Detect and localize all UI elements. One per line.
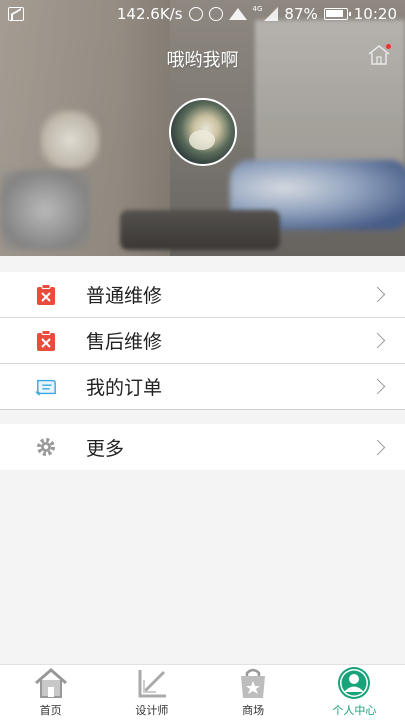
alarm-icon [208,7,223,21]
menu-item-label: 售后维修 [86,331,163,353]
tab-mall[interactable]: 商场 [203,665,304,720]
signal-icon [264,7,279,21]
notification-dot [386,44,391,49]
menu-item-after-sales-repair[interactable]: 售后维修 [0,318,405,364]
wifi-icon [228,8,247,20]
repair-clipboard-icon [35,329,57,352]
tab-label: 个人中心 [332,704,377,717]
tab-designer[interactable]: 设计师 [101,665,202,720]
tab-label: 商场 [242,704,265,717]
chevron-right-icon [369,439,386,455]
battery-percent: 87% [284,5,318,23]
network-speed: 142.6K/s [116,5,183,23]
tab-label: 设计师 [135,704,169,717]
menu-item-label: 普通维修 [86,285,163,307]
network-type: 4G [252,5,263,13]
more-section: 更多 [0,424,405,470]
shopping-bag-icon [235,666,271,700]
page-title: 哦哟我啊 [166,50,239,71]
menu-item-label: 我的订单 [86,377,163,399]
avatar[interactable] [169,98,237,166]
menu-item-label: 更多 [86,437,125,460]
repair-clipboard-icon [35,283,57,306]
status-bar: 142.6K/s 4G 87% 10:20 [0,0,405,30]
battery-icon [323,8,351,20]
menu-item-regular-repair[interactable]: 普通维修 [0,272,405,318]
ruler-pencil-icon [134,666,170,700]
order-scroll-icon [35,376,57,398]
gear-icon [35,436,57,458]
home-icon [33,666,69,700]
sync-icon [188,7,203,21]
chevron-right-icon [369,378,386,395]
menu-list: 普通维修 售后维修 我的订单 [0,272,405,410]
menu-item-my-orders[interactable]: 我的订单 [0,364,405,410]
tab-profile[interactable]: 个人中心 [304,665,405,720]
home-button[interactable] [367,44,391,66]
clock: 10:20 [353,5,397,23]
tab-home[interactable]: 首页 [0,665,101,720]
bottom-tab-bar: 首页 设计师 商场 个人中心 [0,664,405,720]
screenshot-icon [8,7,24,21]
tab-label: 首页 [39,704,62,717]
menu-item-more[interactable]: 更多 [0,424,405,470]
chevron-right-icon [369,332,386,349]
user-icon [336,666,372,700]
chevron-right-icon [369,286,386,303]
